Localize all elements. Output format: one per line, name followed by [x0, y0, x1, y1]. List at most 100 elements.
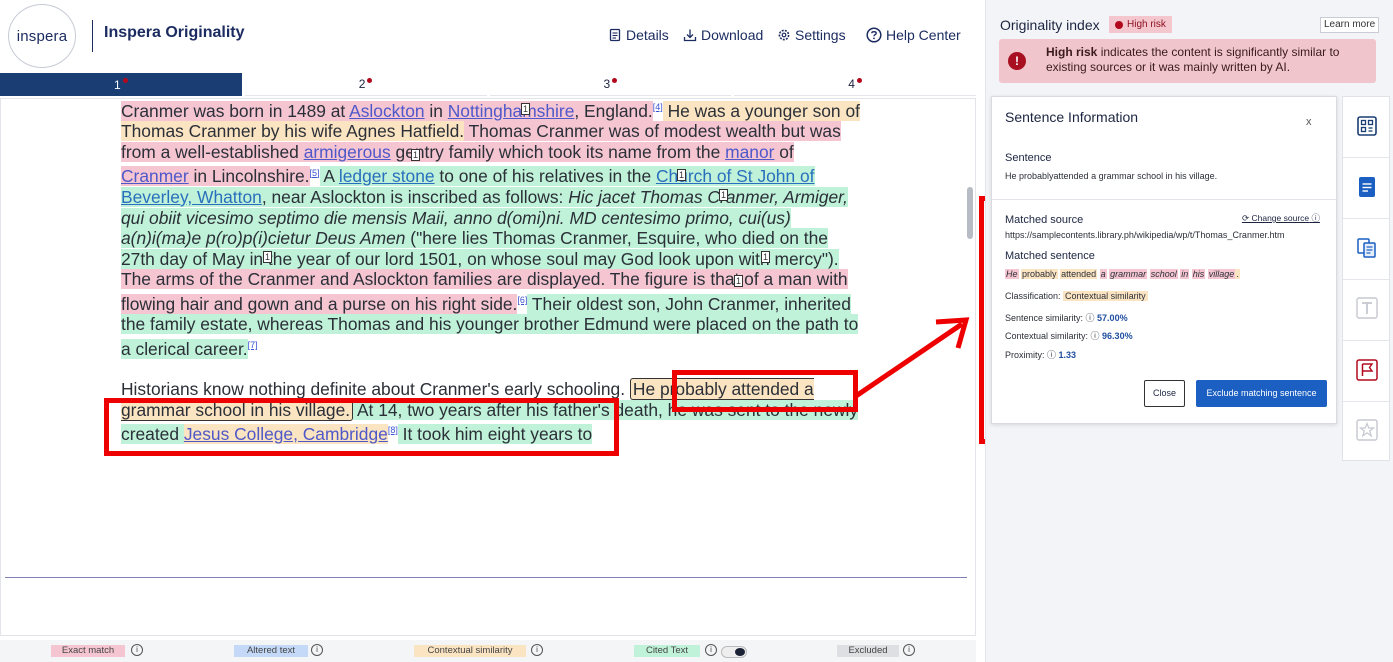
cited-text-toggle[interactable]	[721, 646, 747, 658]
cited-text-span[interactable]: It took him eight years to	[397, 423, 593, 444]
divider	[1343, 218, 1389, 219]
info-icon[interactable]: i	[311, 644, 323, 656]
details-button[interactable]: Details	[608, 27, 669, 43]
legend-altered-text: Altered text	[234, 645, 308, 657]
flag-icon[interactable]	[1356, 359, 1378, 381]
risk-badge: High risk	[1109, 16, 1172, 33]
tab-label: 3	[603, 77, 611, 91]
download-icon	[683, 29, 697, 42]
page-tabs: 1 2 3 4	[0, 73, 976, 96]
help-center-button[interactable]: Help Center	[866, 27, 961, 43]
flag-dot	[612, 77, 618, 83]
contextual-sim-value: 96.30%	[1102, 331, 1133, 341]
document-paragraph: Cranmer was born in 1489 at Aslockton in…	[121, 99, 861, 359]
match-marker[interactable]: 1	[761, 251, 771, 263]
link-nottinghamshire[interactable]: Nottinghamshire	[448, 101, 575, 121]
originality-index-title: Originality index	[1000, 17, 1100, 33]
document-viewer[interactable]: Cranmer was born in 1489 at Aslockton in…	[0, 98, 976, 636]
info-icon[interactable]: i	[131, 644, 143, 656]
overview-icon[interactable]	[1356, 115, 1378, 137]
close-icon[interactable]: x	[1306, 116, 1312, 128]
legend-exact-match: Exact match	[51, 645, 125, 657]
document-icon	[609, 28, 621, 42]
source-url[interactable]: https://samplecontents.library.ph/wikipe…	[1005, 230, 1284, 240]
citation-link[interactable]: [7]	[248, 340, 258, 350]
text: gentry family which took its name from t…	[390, 141, 726, 162]
document-scrollbar[interactable]	[967, 187, 973, 239]
legend-contextual-similarity: Contextual similarity	[414, 645, 526, 657]
tab-label: 4	[848, 77, 855, 91]
close-button[interactable]: Close	[1144, 380, 1185, 407]
word: a	[1099, 269, 1107, 279]
exclude-matching-sentence-button[interactable]: Exclude matching sentence	[1196, 380, 1327, 407]
page-divider	[5, 577, 967, 578]
exact-match-span[interactable]: Cranmer was born in 1489 at Aslockton in…	[121, 100, 653, 121]
info-icon[interactable]: i	[903, 644, 915, 656]
download-label: Download	[701, 27, 764, 43]
citation-link[interactable]: [5]	[310, 168, 320, 178]
text: , near Aslockton is inscribed as follows…	[261, 186, 569, 207]
link-ledger-stone[interactable]: ledger stone	[339, 166, 435, 186]
text: A	[319, 166, 339, 187]
ai-detection-icon[interactable]	[1356, 419, 1378, 441]
match-marker[interactable]: 1	[521, 103, 531, 115]
flag-dot	[367, 77, 373, 83]
classification-value: Contextual similarity	[1063, 291, 1148, 301]
learn-more-button[interactable]: Learn more	[1320, 17, 1380, 33]
match-marker[interactable]: 1	[719, 189, 729, 201]
document-report-icon[interactable]	[1356, 176, 1378, 198]
info-icon[interactable]: i	[705, 644, 717, 656]
link-armigerous[interactable]: armigerous	[304, 142, 391, 162]
proximity-value: 1.33	[1058, 350, 1077, 360]
match-marker[interactable]: 1	[411, 149, 421, 161]
match-marker[interactable]: 1	[263, 251, 273, 263]
text-format-icon[interactable]	[1356, 297, 1378, 319]
link-manor[interactable]: manor	[725, 142, 774, 162]
panel-title: Sentence Information	[1005, 109, 1139, 125]
match-marker[interactable]: 1	[677, 169, 687, 181]
contextual-sim-label: Contextual similarity:	[1005, 331, 1089, 341]
citation-link[interactable]: [6]	[517, 295, 527, 305]
classification-label: Classification:	[1005, 291, 1061, 301]
tab-page-3[interactable]: 3	[489, 73, 732, 96]
logo-text: inspera	[16, 27, 68, 45]
change-source-link[interactable]: ⟳ Change source ⓘ	[1242, 212, 1320, 224]
originality-panel: Originality index High risk Learn more !…	[985, 0, 1393, 662]
tab-page-2[interactable]: 2	[244, 73, 487, 96]
text: of	[774, 141, 794, 162]
risk-dot	[1115, 20, 1123, 29]
divider	[992, 199, 1338, 200]
match-marker[interactable]: 1	[734, 275, 744, 287]
risk-alert: ! High risk indicates the content is sig…	[999, 39, 1376, 83]
alert-icon: !	[1008, 52, 1026, 70]
tab-label: 2	[358, 77, 366, 91]
sentence-sim-label: Sentence similarity:	[1005, 313, 1084, 323]
flag-dot	[122, 78, 128, 83]
alert-bold: High risk	[1046, 45, 1098, 59]
settings-button[interactable]: Settings	[777, 27, 846, 43]
help-center-label: Help Center	[886, 27, 961, 43]
settings-label: Settings	[795, 27, 846, 43]
details-label: Details	[626, 27, 669, 43]
flag-dot	[856, 77, 862, 83]
link-jesus-college[interactable]: Jesus College, Cambridge	[183, 423, 388, 444]
link-aslockton[interactable]: Aslockton	[349, 101, 424, 121]
sentence-similarity-row: Sentence similarity: ⓘ 57.00%	[1005, 313, 1128, 323]
download-button[interactable]: Download	[683, 27, 763, 43]
legend-excluded: Excluded	[837, 645, 899, 657]
contextual-similarity-row: Contextual similarity: ⓘ 96.30%	[1005, 331, 1133, 341]
divider	[1343, 279, 1389, 280]
inspera-logo[interactable]: inspera	[8, 4, 76, 68]
word: attended	[1060, 269, 1098, 279]
link-cranmer[interactable]: Cranmer	[121, 166, 189, 186]
help-circle-icon	[866, 27, 882, 43]
compare-documents-icon[interactable]	[1356, 237, 1378, 259]
tab-page-4[interactable]: 4	[734, 73, 976, 96]
app-title: Inspera Originality	[104, 24, 245, 41]
matched-sentence: He probably attended a grammar school in…	[1005, 269, 1240, 279]
exact-match-span[interactable]: The arms of the Cranmer and Aslockton	[121, 269, 429, 290]
tab-page-1[interactable]: 1	[0, 73, 242, 96]
info-icon[interactable]: i	[531, 644, 543, 656]
citation-link[interactable]: [8]	[388, 425, 398, 435]
citation-link[interactable]: [4]	[653, 102, 663, 112]
